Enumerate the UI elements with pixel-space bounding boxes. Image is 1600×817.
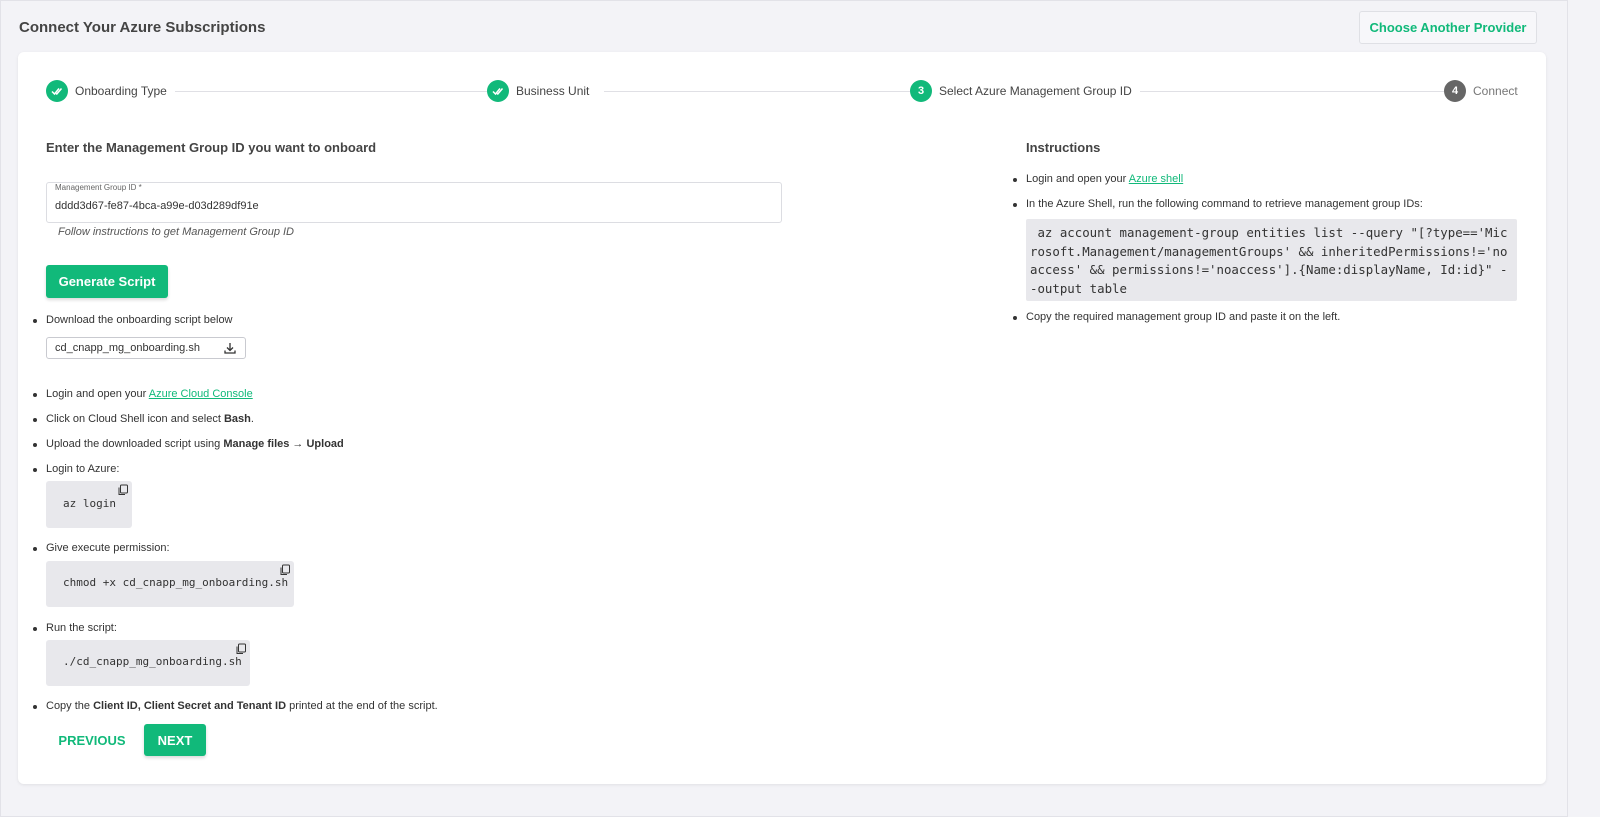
step-connect[interactable]: 4 Connect [1444, 80, 1526, 102]
code-block-chmod: chmod +x cd_cnapp_mg_onboarding.sh [46, 561, 294, 607]
list-item: Give execute permission: [33, 542, 170, 554]
step-label: Select Azure Management Group ID [939, 84, 1132, 98]
stepper: Onboarding Type Business Unit 3 Select A… [46, 80, 1526, 104]
page-title: Connect Your Azure Subscriptions [19, 19, 266, 36]
list-item: Download the onboarding script below [33, 314, 233, 326]
list-item: In the Azure Shell, run the following co… [1013, 198, 1423, 210]
onboarding-card: Onboarding Type Business Unit 3 Select A… [18, 52, 1546, 784]
list-item: Click on Cloud Shell icon and select Bas… [33, 413, 254, 425]
step-number: 3 [910, 80, 932, 102]
management-group-id-field[interactable]: Management Group ID * [46, 182, 782, 223]
check-icon [46, 80, 68, 102]
list-item: Upload the downloaded script using Manag… [33, 438, 344, 450]
step-connector [1139, 91, 1459, 92]
code-text: chmod +x cd_cnapp_mg_onboarding.sh [63, 576, 289, 589]
code-text: az login [63, 497, 116, 510]
management-group-id-input[interactable] [55, 200, 755, 212]
instructions-heading: Instructions [1026, 140, 1101, 155]
check-icon [487, 80, 509, 102]
code-block-run: ./cd_cnapp_mg_onboarding.sh [46, 640, 250, 686]
step-connector [166, 91, 506, 92]
step-number: 4 [1444, 80, 1466, 102]
step-select-management-group[interactable]: 3 Select Azure Management Group ID [910, 80, 1140, 102]
page-container: Connect Your Azure Subscriptions Choose … [0, 0, 1568, 817]
list-item: Login and open your Azure shell [1012, 173, 1184, 185]
list-item: Login to Azure: [32, 463, 120, 475]
step-label: Business Unit [516, 84, 590, 98]
copy-icon[interactable] [279, 564, 291, 576]
form-heading: Enter the Management Group ID you want t… [46, 140, 377, 155]
helper-text: Follow instructions to get Management Gr… [58, 226, 295, 238]
code-text: ./cd_cnapp_mg_onboarding.sh [63, 655, 242, 668]
step-connector [604, 91, 924, 92]
previous-button[interactable]: PREVIOUS [47, 724, 137, 756]
step-label: Onboarding Type [75, 84, 167, 98]
azure-cloud-console-link[interactable]: Azure Cloud Console [149, 388, 253, 400]
list-item: Copy the required management group ID an… [1012, 311, 1341, 323]
download-icon[interactable] [223, 341, 237, 355]
step-onboarding-type[interactable]: Onboarding Type [46, 80, 175, 102]
instructions-command-block: az account management-group entities lis… [1026, 219, 1517, 301]
choose-another-provider-button[interactable]: Choose Another Provider [1359, 11, 1537, 44]
azure-shell-link[interactable]: Azure shell [1129, 173, 1183, 185]
copy-icon[interactable] [235, 643, 247, 655]
step-business-unit[interactable]: Business Unit [487, 80, 598, 102]
copy-icon[interactable] [117, 484, 129, 496]
management-group-id-label: Management Group ID * [55, 183, 142, 192]
step-label: Connect [1473, 84, 1518, 98]
download-script-chip[interactable]: cd_cnapp_mg_onboarding.sh [46, 337, 246, 359]
generate-script-button[interactable]: Generate Script [46, 265, 168, 298]
list-item: Login and open your Azure Cloud Console [33, 388, 253, 400]
file-name: cd_cnapp_mg_onboarding.sh [55, 342, 200, 354]
next-button[interactable]: NEXT [144, 724, 206, 756]
list-item: Run the script: [33, 622, 117, 634]
code-block-login: az login [46, 481, 132, 528]
list-item: Copy the Client ID, Client Secret and Te… [33, 700, 438, 712]
